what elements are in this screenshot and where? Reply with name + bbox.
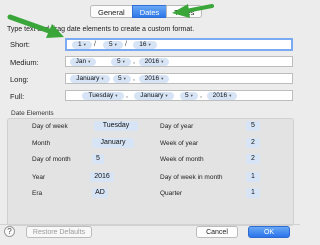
tab-bar: General Dates Times	[90, 5, 203, 18]
full-label: Full:	[10, 92, 25, 101]
element-week-of-year[interactable]: 2	[246, 138, 260, 148]
date-elements-title: Date Elements	[11, 110, 54, 117]
element-label-week-of-year: Week of year	[160, 140, 199, 147]
help-button[interactable]: ?	[4, 226, 15, 237]
element-day-of-month[interactable]: 5	[92, 154, 104, 164]
element-week-of-month[interactable]: 2	[246, 154, 260, 164]
element-day-of-week[interactable]: Tuesday	[94, 121, 138, 131]
short-format-field[interactable]: 1 ▾ / 5 ▾ / 16 ▾	[65, 38, 293, 51]
long-token-year[interactable]: 2016 ▾	[139, 75, 169, 83]
element-year[interactable]: 2016	[90, 172, 114, 182]
element-label-week-of-month: Week of month	[160, 156, 204, 163]
full-format-field[interactable]: Tuesday ▾ , January ▾ 5 ▾ , 2016 ▾	[65, 90, 293, 101]
element-day-of-year[interactable]: 5	[246, 121, 260, 131]
long-token-day[interactable]: 5 ▾	[113, 75, 131, 83]
short-token-day[interactable]: 5 ▾	[103, 41, 123, 49]
medium-token-year[interactable]: 2016 ▾	[139, 58, 169, 66]
short-token-month[interactable]: 1 ▾	[72, 41, 92, 49]
tab-general[interactable]: General	[90, 5, 132, 18]
element-label-day-of-week: Day of week	[32, 123, 68, 130]
element-label-day-of-week-in-month: Day of week in month	[160, 174, 223, 181]
full-token-month[interactable]: January ▾	[134, 92, 174, 100]
medium-token-day[interactable]: 5 ▾	[111, 58, 131, 66]
element-month[interactable]: January	[92, 138, 134, 148]
long-token-month[interactable]: January ▾	[70, 75, 110, 83]
restore-defaults-button[interactable]: Restore Defaults	[26, 226, 92, 238]
long-format-field[interactable]: January ▾ 5 ▾ , 2016 ▾	[65, 73, 293, 84]
element-day-of-week-in-month[interactable]: 1	[246, 172, 260, 182]
element-quarter[interactable]: 1	[246, 188, 260, 198]
medium-label: Medium:	[10, 58, 39, 67]
medium-token-month[interactable]: Jan ▾	[70, 58, 96, 66]
element-era[interactable]: AD	[92, 188, 108, 198]
full-token-year[interactable]: 2016 ▾	[207, 92, 237, 100]
long-label: Long:	[10, 75, 29, 84]
element-label-era: Era	[32, 190, 43, 197]
tab-dates[interactable]: Dates	[131, 5, 167, 18]
cancel-button[interactable]: Cancel	[196, 226, 238, 238]
full-token-day[interactable]: 5 ▾	[180, 92, 198, 100]
medium-format-field[interactable]: Jan ▾ 5 ▾ , 2016 ▾	[65, 56, 293, 67]
instructions-text: Type text and drag date elements to crea…	[7, 26, 195, 33]
full-token-weekday[interactable]: Tuesday ▾	[82, 92, 124, 100]
short-label: Short:	[10, 40, 31, 49]
footer-divider	[0, 224, 300, 225]
element-label-quarter: Quarter	[160, 190, 183, 197]
element-label-month: Month	[32, 140, 51, 147]
element-label-day-of-month: Day of month	[32, 156, 71, 163]
element-label-year: Year	[32, 174, 46, 181]
element-label-day-of-year: Day of year	[160, 123, 194, 130]
tab-times[interactable]: Times	[166, 5, 203, 18]
ok-button[interactable]: OK	[248, 226, 290, 238]
short-token-year[interactable]: 16 ▾	[133, 41, 157, 49]
